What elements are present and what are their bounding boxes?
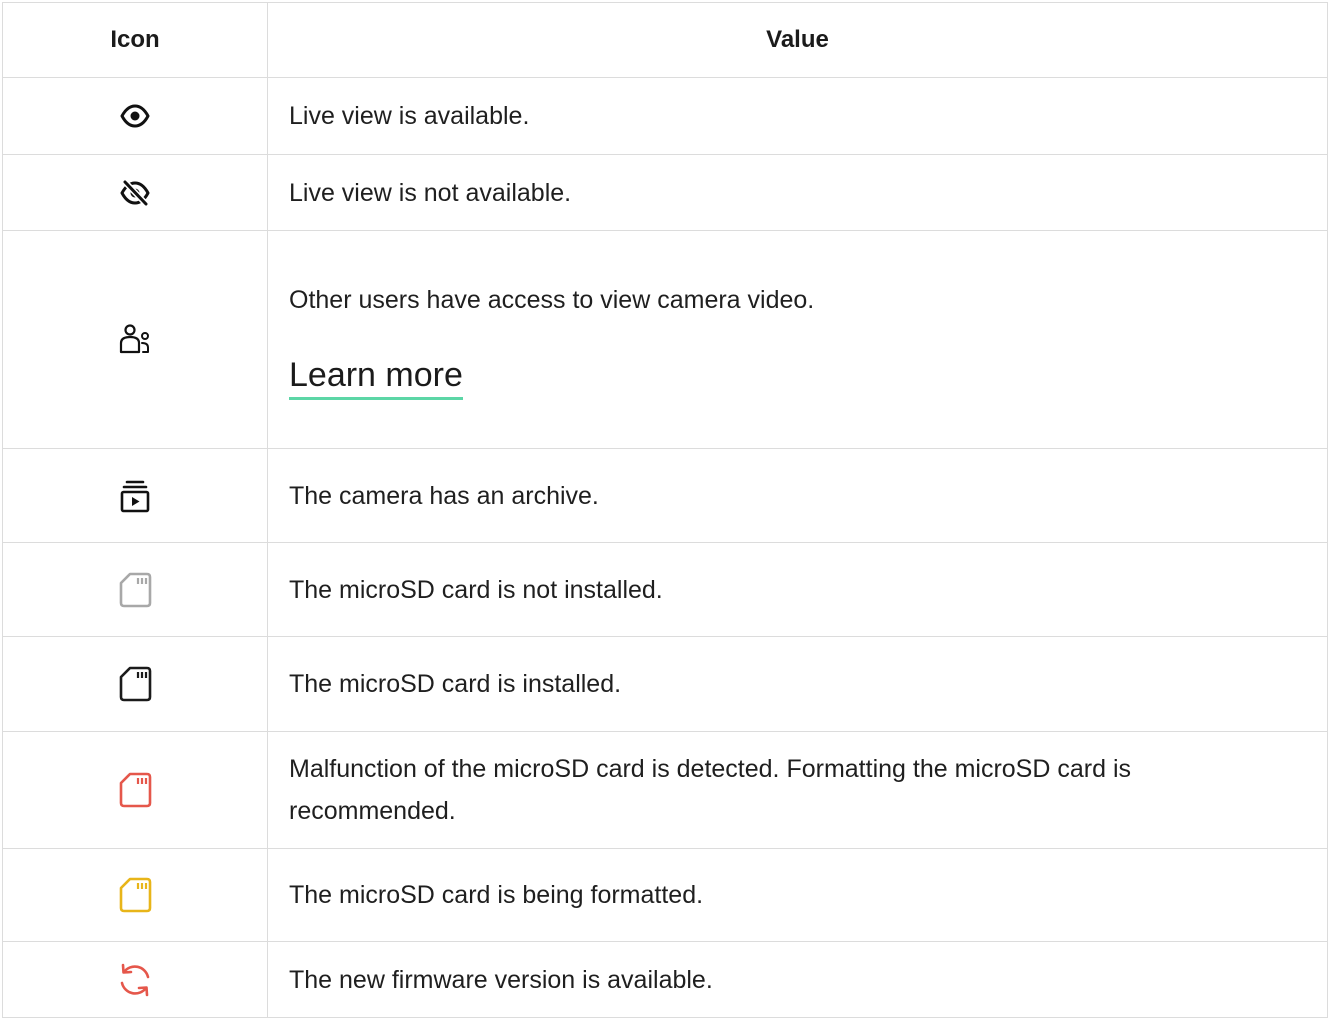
table-row: Malfunction of the microSD card is detec…: [2, 731, 1328, 849]
icon-cell: [2, 848, 268, 942]
icon-column-header: Icon: [2, 2, 268, 78]
icon-cell: [2, 941, 268, 1018]
table-header-row: Icon Value: [2, 2, 1328, 78]
table-row: The microSD card is being formatted.: [2, 848, 1328, 942]
icon-cell: [2, 731, 268, 849]
value-cell: The microSD card is not installed.: [267, 542, 1328, 637]
sd-card-red-icon: [115, 770, 155, 810]
sd-card-black-icon: [115, 664, 155, 704]
eye-icon: [115, 96, 155, 136]
icon-cell: [2, 230, 268, 449]
value-cell: The camera has an archive.: [267, 448, 1328, 543]
icon-cell: [2, 448, 268, 543]
table-row: Live view is available.: [2, 77, 1328, 155]
icon-cell: [2, 636, 268, 732]
table-row: Live view is not available.: [2, 154, 1328, 231]
shared-users-icon: [115, 320, 155, 360]
row-description: Other users have access to view camera v…: [289, 286, 815, 314]
value-cell: The new firmware version is available.: [267, 941, 1328, 1018]
sd-card-yellow-icon: [115, 875, 155, 915]
value-cell: Live view is available.: [267, 77, 1328, 155]
table-row: Other users have access to view camera v…: [2, 230, 1328, 449]
sd-card-grey-icon: [115, 570, 155, 610]
refresh-icon: [115, 960, 155, 1000]
table-row: The new firmware version is available.: [2, 941, 1328, 1018]
icon-cell: [2, 77, 268, 155]
icon-cell: [2, 542, 268, 637]
icon-legend-table: Icon Value Live view is available. Live …: [2, 2, 1328, 1018]
value-cell: Other users have access to view camera v…: [267, 230, 1328, 449]
value-column-header: Value: [267, 2, 1328, 78]
value-cell: Live view is not available.: [267, 154, 1328, 231]
table-row: The camera has an archive.: [2, 448, 1328, 543]
icon-cell: [2, 154, 268, 231]
eye-off-icon: [115, 173, 155, 213]
archive-play-icon: [115, 476, 155, 516]
table-row: The microSD card is not installed.: [2, 542, 1328, 637]
value-cell: The microSD card is installed.: [267, 636, 1328, 732]
learn-more-link[interactable]: Learn more: [289, 355, 463, 400]
value-cell: Malfunction of the microSD card is detec…: [267, 731, 1328, 849]
table-row: The microSD card is installed.: [2, 636, 1328, 732]
value-cell: The microSD card is being formatted.: [267, 848, 1328, 942]
